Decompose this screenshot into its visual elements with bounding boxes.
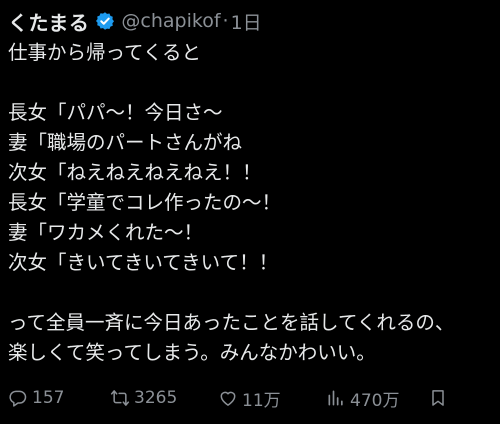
tweet-line: 妻「職場のパートさんがね	[8, 131, 243, 154]
like-button[interactable]: 11万	[218, 384, 281, 412]
bookmark-button[interactable]	[428, 384, 452, 412]
like-count: 11万	[242, 390, 281, 411]
tweet-line: 楽しくて笑ってしまう。みんなかわいい。	[8, 341, 376, 364]
reply-count: 157	[32, 388, 65, 408]
retweet-icon	[110, 390, 130, 406]
bookmark-icon	[432, 390, 444, 406]
tweet-header: くたまる @chapikof · 1日	[8, 7, 262, 36]
tweet-line: 妻「ワカメくれた〜！	[8, 221, 204, 244]
action-bar: 157 3265 11万 470万	[0, 384, 500, 412]
timestamp[interactable]: 1日	[231, 8, 262, 35]
heart-icon	[220, 391, 236, 406]
display-name[interactable]: くたまる	[8, 7, 89, 36]
tweet[interactable]: くたまる @chapikof · 1日 仕事から帰ってくると 長女「パパ〜！今日…	[0, 0, 500, 424]
view-count: 470万	[350, 390, 400, 411]
tweet-line: 次女「ねえねえねえねえ！！	[8, 161, 262, 184]
tweet-line: 仕事から帰ってくると	[8, 41, 202, 64]
tweet-text: 仕事から帰ってくると 長女「パパ〜！今日さ〜 妻「職場のパートさんがね 次女「ね…	[8, 38, 500, 368]
views-button[interactable]: 470万	[326, 384, 399, 412]
tweet-line: 長女「学童でコレ作ったの〜！	[8, 191, 282, 214]
retweet-button[interactable]: 3265	[110, 384, 177, 412]
views-chart-icon	[328, 390, 343, 406]
tweet-line: 次女「きいてきいてきいて！！	[8, 251, 279, 274]
retweet-count: 3265	[134, 388, 178, 408]
tweet-line: って全員一斉に今日あったことを話してくれるの、	[8, 311, 455, 334]
verified-badge-icon	[95, 11, 115, 31]
tweet-line: 長女「パパ〜！今日さ〜	[8, 101, 223, 124]
user-handle[interactable]: @chapikof	[121, 10, 220, 32]
reply-icon	[9, 390, 27, 407]
reply-button[interactable]: 157	[8, 384, 64, 412]
separator-dot: ·	[222, 10, 229, 32]
